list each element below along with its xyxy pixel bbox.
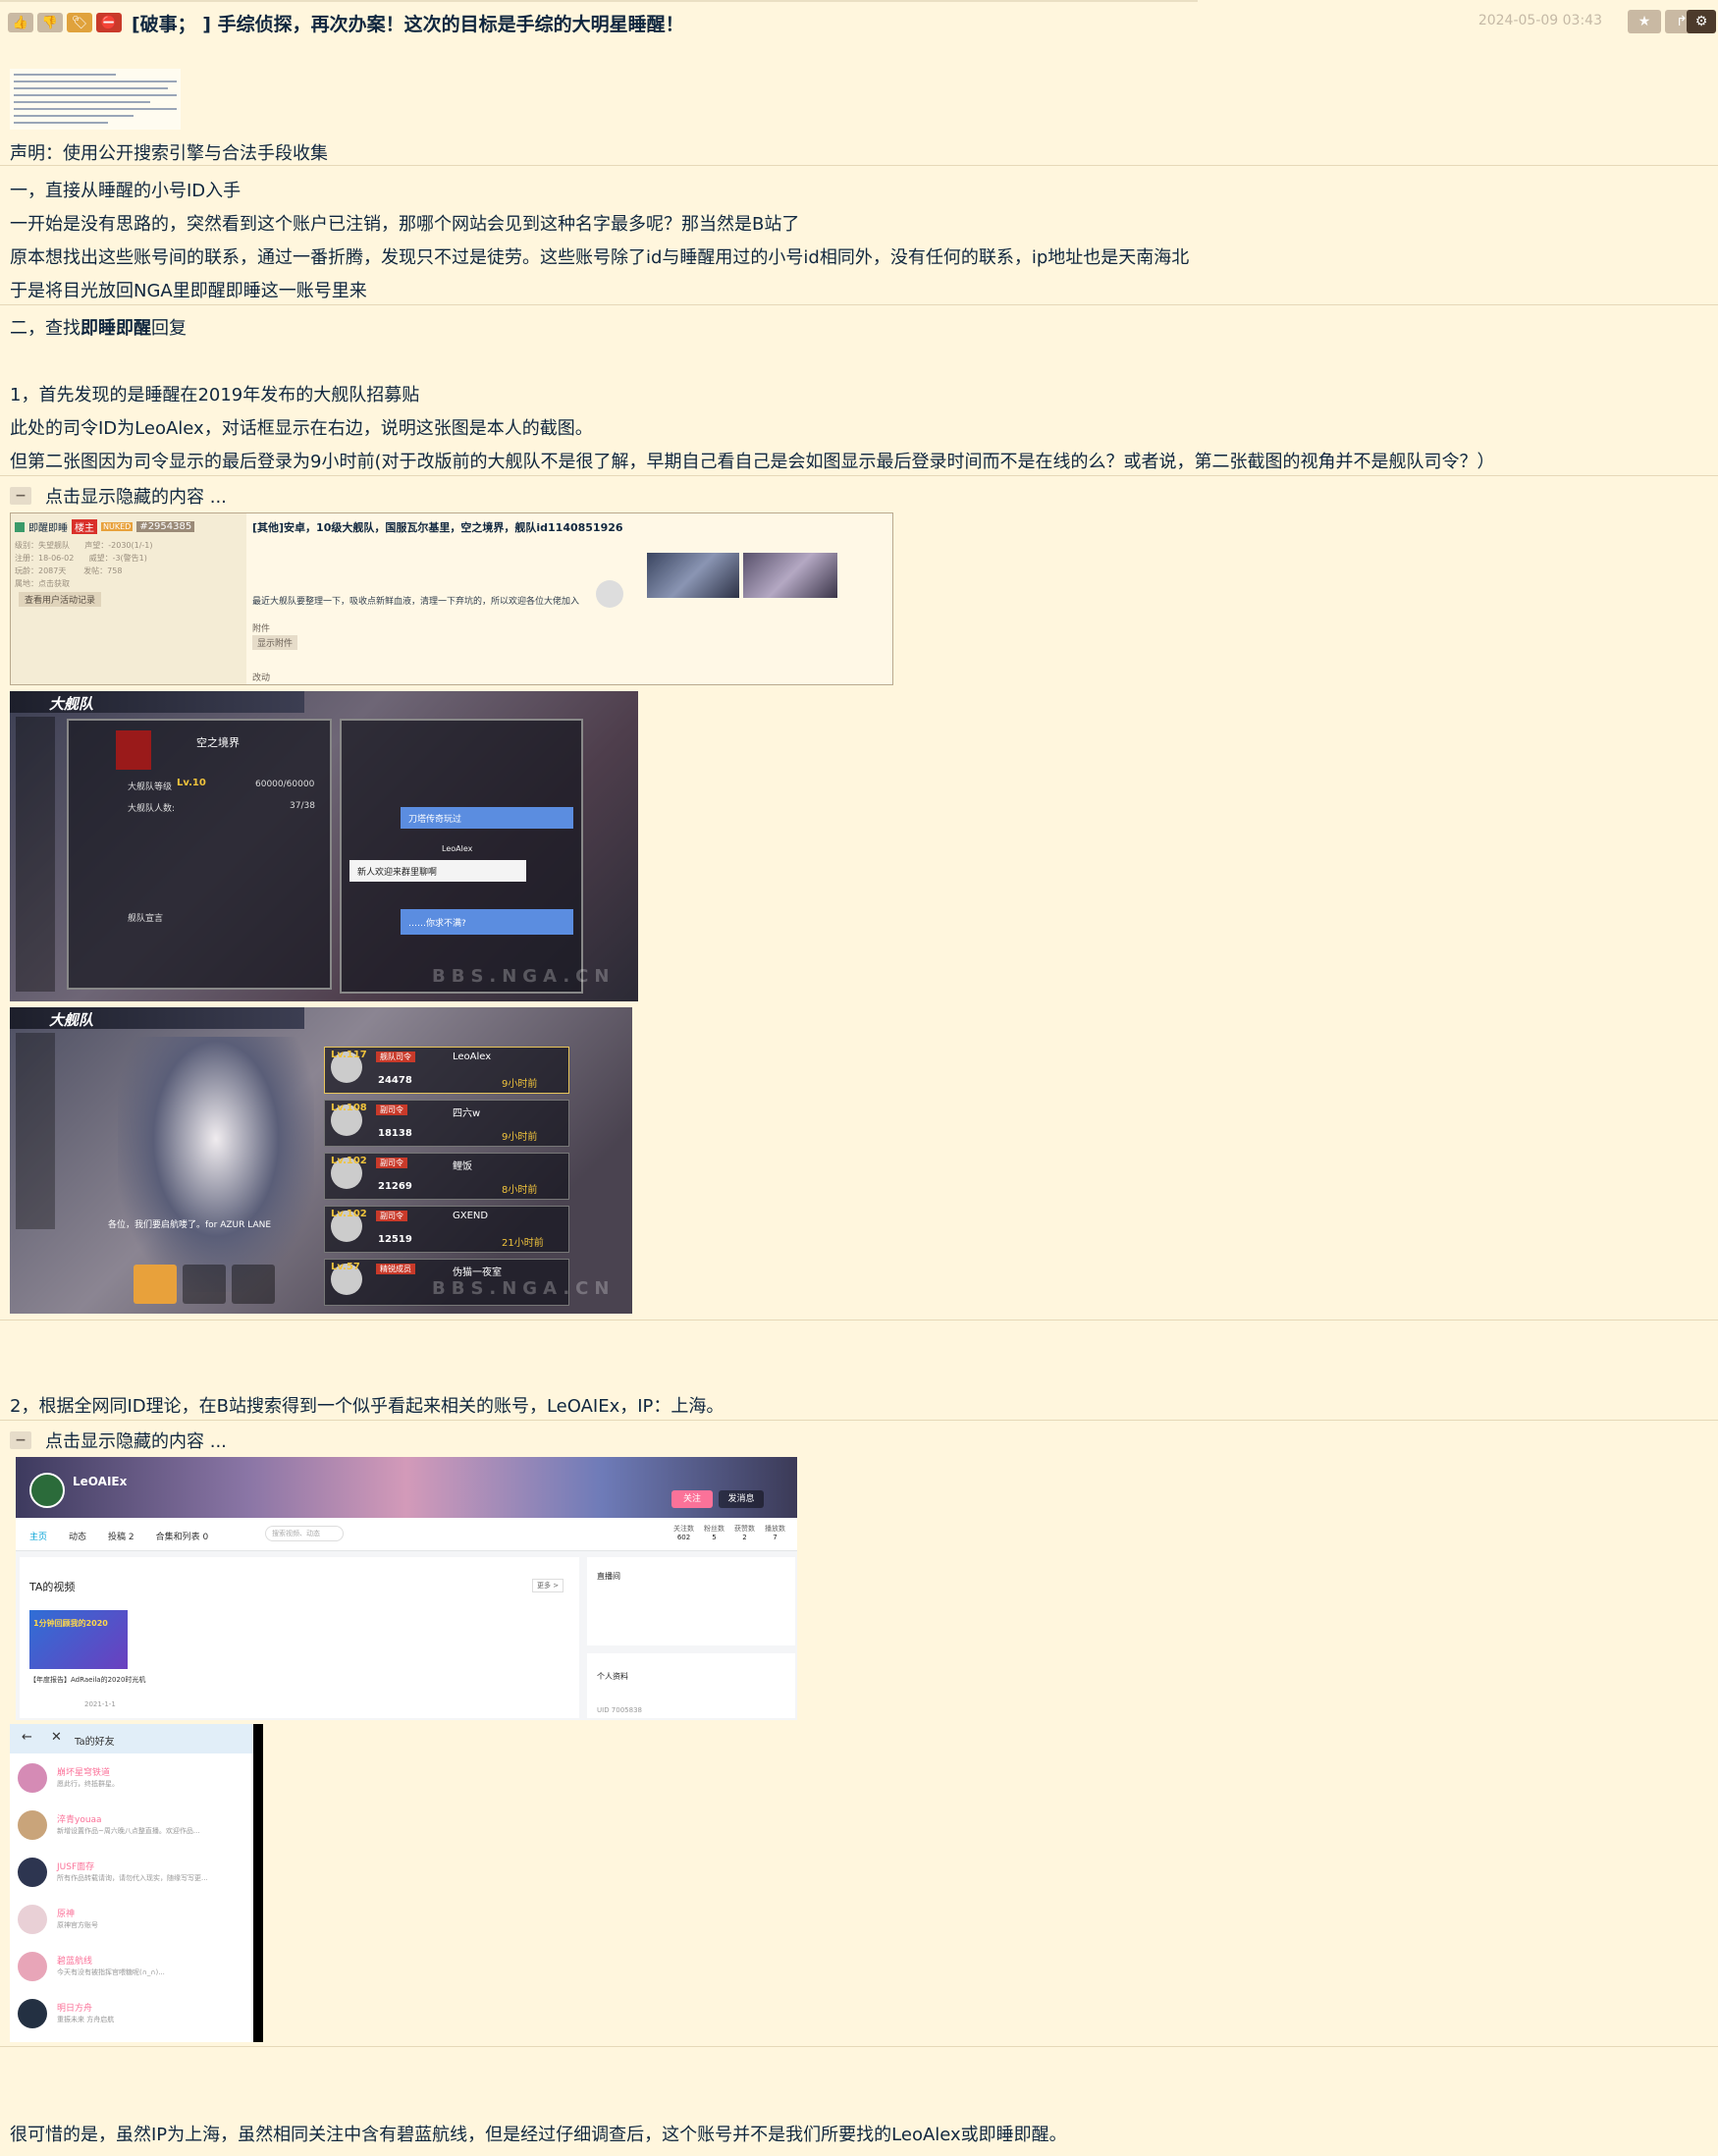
divider [0,2046,1718,2047]
member-role: 舰队司令 [376,1051,415,1062]
divider [0,304,1718,305]
post-title: [破事； ] 手综侦探，再次办案！这次的目标是手综的大明星睡醒！ [132,13,684,35]
avatar [18,1905,47,1934]
post-header: 👍 👎 🏷 ⛔ [破事； ] 手综侦探，再次办案！这次的目标是手综的大明星睡醒！ [8,10,684,35]
friend-name: 崩坏星穹铁道 [57,1768,111,1778]
friend-desc: 新增设置作品~周六晚八点整直播。欢迎作品... [57,1827,200,1835]
member-activity: 18138 [378,1128,412,1139]
member-role: 副司令 [376,1158,407,1168]
member-role: 副司令 [376,1211,407,1221]
avatar [18,1999,47,2028]
profile-tab[interactable]: 动态 [69,1530,86,1542]
top-divider [0,0,1198,2]
member-last-login: 21小时前 [502,1238,544,1249]
friend-item[interactable]: 明日方舟重振未来 方舟启航 [10,1991,253,2038]
divider [0,1420,1718,1421]
friend-name: 碧蓝航线 [57,1957,93,1967]
section2-title: 二，查找即睡即醒回复 [10,318,187,339]
paragraph: 但第二张图因为司令显示的最后登录为9小时前(对于改版前的大舰队不是很了解，早期自… [10,452,1495,472]
avatar [18,1952,47,1981]
post-date: 2024-05-09 03:43 [1477,13,1602,28]
nga-post-screenshot: 即醒即睡 楼主 NUKED #2954385 级别：失望舰队 声望：-2030(… [10,512,893,685]
thumb-up-icon[interactable]: 👍 [8,13,33,32]
profile-tab[interactable]: 主页 [29,1530,47,1542]
divider [0,475,1718,476]
profile-stat: 播放数 7 [765,1525,785,1541]
profile-stat: 粉丝数 5 [704,1525,725,1541]
member-last-login: 8小时前 [502,1185,538,1196]
friend-item[interactable]: 原神 原神官方账号 [10,1897,253,1944]
divider [0,165,1718,166]
gear-icon[interactable]: ⚙ [1687,10,1716,33]
section1-paragraph: 原本想找出这些账号间的联系，通过一番折腾，发现只不过是徒劳。这些账号除了id与睡… [10,247,1190,268]
paragraph: 1，首先发现的是睡醒在2019年发布的大舰队招募贴 [10,385,420,405]
paragraph: 很可惜的是，虽然IP为上海，虽然相同关注中含有碧蓝航线，但是经过仔细调查后，这个… [10,2125,1067,2145]
block-icon[interactable]: ⛔ [96,13,122,32]
member-row[interactable]: Lv.117 舰队司令 LeoAlex 24478 9小时前 [324,1047,569,1094]
fleet-members-screenshot: 大舰队 各位，我们要启航喽了。for AZUR LANE Lv.117 舰队司令 L… [10,1007,632,1314]
member-role: 精锐成员 [376,1264,415,1274]
close-icon[interactable]: ✕ [51,1730,62,1745]
member-activity: 21269 [378,1181,412,1192]
friends-list-screenshot: ← ✕ Ta的好友 崩坏星穹铁道 愿此行，终抵群星。 淬青youaa 新增设置作品~周… [10,1724,263,2042]
member-last-login: 9小时前 [502,1079,538,1090]
profile-tab[interactable]: 合集和列表 0 [156,1530,209,1542]
member-row[interactable]: Lv.108 副司令 四六w 18138 9小时前 [324,1100,569,1147]
friend-item[interactable]: 淬青youaa 新增设置作品~周六晚八点整直播。欢迎作品... [10,1803,253,1850]
collapse-toggle[interactable]: − 点击显示隐藏的内容 ... [10,1428,227,1453]
friend-item[interactable]: 崩坏星穹铁道 愿此行，终抵群星。 [10,1755,253,1803]
paragraph: 此处的司令ID为LeoAlex，对话框显示在右边，说明这张图是本人的截图。 [10,418,593,439]
thumb-down-icon[interactable]: 👎 [37,13,63,32]
section1-paragraph: 于是将目光放回NGA里即醒即睡这一账号里来 [10,281,367,301]
profile-stat: 关注数 602 [673,1525,694,1541]
member-level: Lv.108 [331,1103,367,1113]
section1-title: 一，直接从睡醒的小号ID入手 [10,181,242,201]
friend-item[interactable]: 碧蓝航线 今天有没有被指挥官喂糖呢(∩_∩)... [10,1944,253,1991]
avatar [18,1810,47,1840]
friend-desc: 今天有没有被指挥官喂糖呢(∩_∩)... [57,1968,165,1976]
member-activity: 24478 [378,1075,412,1086]
profile-tab[interactable]: 投稿 2 [108,1530,134,1542]
member-name: 四六w [453,1108,481,1119]
paragraph: 2，根据全网同ID理论，在B站搜索得到一个似乎看起来相关的账号，LeOAIEx，… [10,1396,725,1417]
member-name: 鲤饭 [453,1161,472,1172]
member-level: Lv.57 [331,1262,360,1272]
section1-paragraph: 一开始是没有思路的，突然看到这个账户已注销，那哪个网站会见到这种名字最多呢？那当… [10,214,800,235]
avatar [18,1858,47,1887]
friend-item[interactable]: JUSF面存所有作品转载请询，请勿代入现实，随缘写写更... [10,1850,253,1897]
profile-stat: 获赞数 2 [734,1525,755,1541]
member-last-login: 9小时前 [502,1132,538,1143]
signature-image [10,69,181,130]
member-name: 伪猫一夜室 [453,1267,502,1278]
member-row[interactable]: Lv.102 副司令 鲤饭 21269 8小时前 [324,1153,569,1200]
member-level: Lv.117 [331,1050,367,1060]
member-activity: 12519 [378,1234,412,1245]
bilibili-profile-screenshot: LeOAIEx 关注 发消息 主页 动态 投稿 2 合集和列表 0 搜索视频、动态 关… [16,1457,797,1720]
back-arrow-icon[interactable]: ← [22,1730,32,1745]
star-icon[interactable]: ★ [1628,10,1661,33]
member-name: GXEND [453,1211,489,1221]
member-level: Lv.102 [331,1209,367,1219]
minus-icon: − [10,1431,31,1449]
member-level: Lv.102 [331,1156,367,1166]
member-row[interactable]: Lv.102 副司令 GXEND 12519 21小时前 [324,1206,569,1253]
friend-desc: 重振未来 方舟启航 [57,2016,115,2023]
friend-desc: 愿此行，终抵群星。 [57,1780,119,1788]
collapse-toggle[interactable]: − 点击显示隐藏的内容 ... [10,483,227,509]
minus-icon: − [10,487,31,505]
statement-text: 声明：使用公开搜索引擎与合法手段收集 [10,143,328,164]
friend-desc: 原神官方账号 [57,1921,98,1929]
divider [0,1320,1718,1321]
avatar [18,1763,47,1793]
friend-name: 原神 [57,1910,76,1919]
friend-name: 明日方舟 [57,2004,93,2014]
friend-name: JUSF面存 [57,1862,95,1872]
friend-name: 淬青youaa [57,1815,102,1825]
member-role: 副司令 [376,1105,407,1115]
member-name: LeoAlex [453,1051,492,1062]
fleet-info-screenshot: 大舰队 空之境界 大舰队等级 Lv.10 60000/60000 大舰队人数: … [10,691,638,1001]
friend-desc: 所有作品转载请询，请勿代入现实，随缘写写更... [57,1874,208,1882]
tag-icon[interactable]: 🏷 [67,13,92,32]
